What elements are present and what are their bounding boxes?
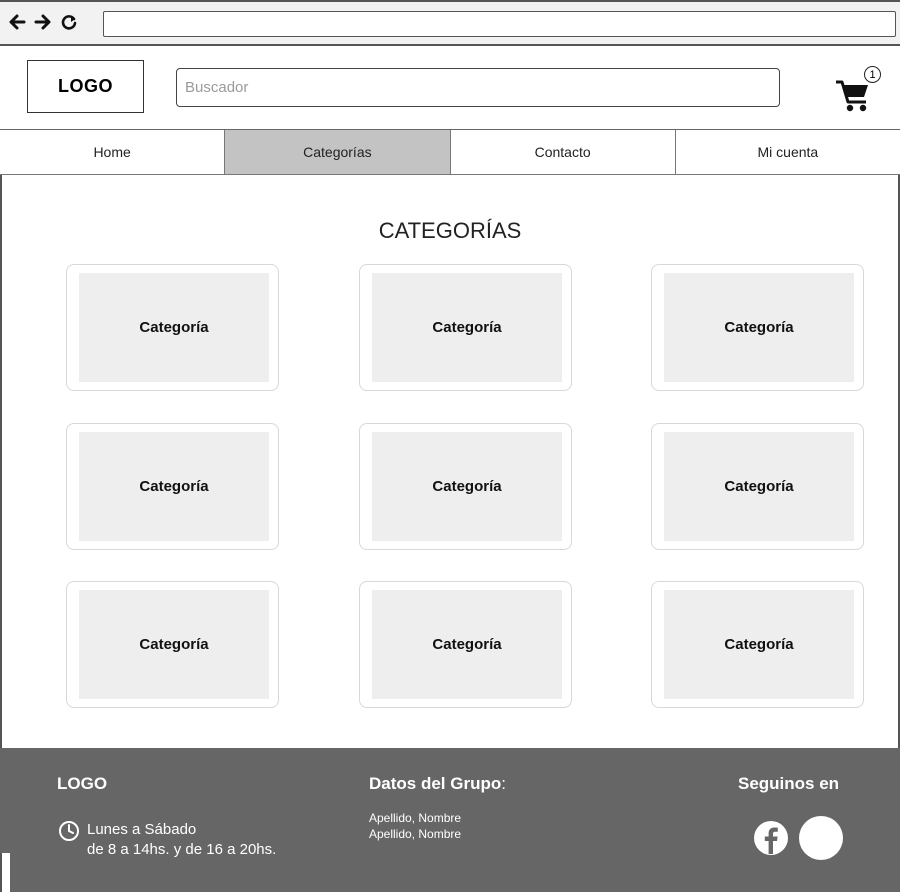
category-card[interactable]: Categoría bbox=[66, 423, 279, 550]
site-header: LOGO 1 bbox=[0, 46, 900, 130]
category-label: Categoría bbox=[79, 273, 269, 382]
social-circle-icon[interactable] bbox=[799, 816, 843, 860]
category-label: Categoría bbox=[372, 590, 562, 699]
category-label: Categoría bbox=[664, 590, 854, 699]
category-card[interactable]: Categoría bbox=[359, 264, 572, 391]
facebook-icon[interactable] bbox=[749, 816, 793, 860]
category-label: Categoría bbox=[664, 273, 854, 382]
forward-arrow-icon[interactable] bbox=[32, 11, 54, 33]
category-card[interactable]: Categoría bbox=[651, 581, 864, 708]
group-data-title: Datos del Grupo: bbox=[369, 774, 506, 793]
category-card[interactable]: Categoría bbox=[66, 264, 279, 391]
category-card[interactable]: Categoría bbox=[651, 423, 864, 550]
browser-toolbar bbox=[0, 0, 900, 46]
opening-hours: Lunes a Sábado de 8 a 14hs. y de 16 a 20… bbox=[58, 820, 276, 860]
page-title: CATEGORÍAS bbox=[378, 218, 522, 243]
category-card[interactable]: Categoría bbox=[359, 581, 572, 708]
category-card[interactable]: Categoría bbox=[66, 581, 279, 708]
address-bar[interactable] bbox=[103, 11, 896, 37]
nav-item-contacto[interactable]: Contacto bbox=[450, 130, 676, 174]
nav-item-mi-cuenta[interactable]: Mi cuenta bbox=[675, 130, 900, 174]
category-label: Categoría bbox=[664, 432, 854, 541]
category-label: Categoría bbox=[79, 590, 269, 699]
footer-edge bbox=[0, 748, 10, 853]
nav-item-categorias[interactable]: Categorías bbox=[225, 130, 451, 174]
hours-days: Lunes a Sábado bbox=[87, 821, 197, 838]
member-name: Apellido, Nombre bbox=[369, 811, 462, 825]
reload-icon[interactable] bbox=[58, 11, 80, 33]
cart-count-badge: 1 bbox=[864, 66, 881, 83]
social-links bbox=[749, 816, 843, 860]
back-arrow-icon[interactable] bbox=[6, 11, 28, 33]
cart-button[interactable]: 1 bbox=[834, 66, 884, 112]
category-card[interactable]: Categoría bbox=[359, 423, 572, 550]
member-name: Apellido, Nombre bbox=[369, 827, 462, 841]
nav-item-home[interactable]: Home bbox=[0, 130, 226, 174]
category-label: Categoría bbox=[79, 432, 269, 541]
category-card[interactable]: Categoría bbox=[651, 264, 864, 391]
group-members: Apellido, Nombre Apellido, Nombre bbox=[369, 810, 461, 842]
search-input[interactable] bbox=[176, 68, 780, 107]
footer-logo: LOGO bbox=[57, 774, 108, 793]
category-label: Categoría bbox=[372, 273, 562, 382]
main-nav: Home Categorías Contacto Mi cuenta bbox=[0, 130, 900, 175]
header-logo[interactable]: LOGO bbox=[27, 60, 144, 113]
follow-us-title: Seguinos en bbox=[738, 774, 840, 793]
site-footer: LOGO Lunes a Sábado de 8 a 14hs. y de 16… bbox=[10, 748, 900, 892]
clock-icon bbox=[58, 820, 80, 860]
category-label: Categoría bbox=[372, 432, 562, 541]
hours-times: de 8 a 14hs. y de 16 a 20hs. bbox=[87, 841, 277, 858]
